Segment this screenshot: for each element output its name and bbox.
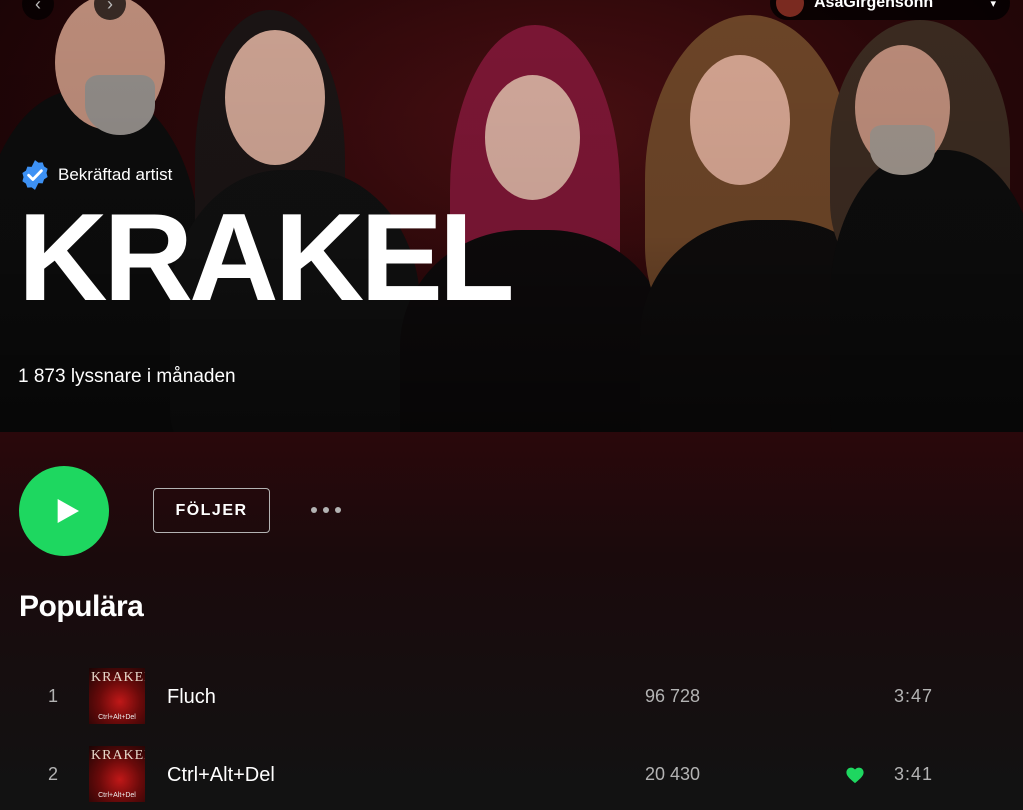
- track-number: 1: [48, 686, 59, 706]
- verified-artist-badge: Bekräftad artist: [18, 158, 172, 192]
- play-icon: [57, 499, 79, 523]
- monthly-listeners: 1 873 lyssnare i månaden: [18, 366, 236, 387]
- album-cover: KRAKEL Ctrl+Alt+Del: [89, 746, 145, 802]
- track-duration: 3:47: [894, 686, 934, 706]
- user-menu-button[interactable]: AsaGirgensohn ▾: [770, 0, 1010, 20]
- artist-content: FÖLJER Populära 1 KRAKEL Ctrl+Alt+Del Fl…: [0, 432, 1023, 802]
- track-duration: 3:41: [894, 764, 934, 784]
- track-row[interactable]: 2 KRAKEL Ctrl+Alt+Del Ctrl+Alt+Del 20 43…: [0, 740, 1023, 810]
- chevron-down-icon: ▾: [990, 0, 996, 10]
- more-options-button[interactable]: [306, 498, 346, 522]
- track-title[interactable]: Ctrl+Alt+Del: [167, 764, 275, 787]
- verified-label: Bekräftad artist: [58, 165, 173, 184]
- follow-button[interactable]: FÖLJER: [153, 488, 270, 533]
- track-play-count: 96 728: [645, 686, 701, 706]
- dot-icon: [311, 507, 317, 513]
- dot-icon: [335, 507, 341, 513]
- verified-icon: [22, 160, 48, 190]
- album-cover: KRAKEL Ctrl+Alt+Del: [89, 668, 145, 724]
- track-row[interactable]: 1 KRAKEL Ctrl+Alt+Del Fluch 96 728 3:47: [0, 662, 1023, 732]
- popular-section-title: Populära: [19, 590, 144, 623]
- chevron-right-icon: ›: [107, 0, 113, 14]
- track-play-count: 20 430: [645, 764, 701, 784]
- avatar: [776, 0, 804, 17]
- artist-name: KRAKEL: [18, 189, 515, 327]
- play-button[interactable]: [19, 466, 109, 556]
- cover-logo: KRAKEL: [91, 670, 145, 685]
- artist-header: ‹ › AsaGirgensohn ▾ Bekräftad artist KRA…: [0, 0, 1023, 432]
- chevron-left-icon: ‹: [35, 0, 41, 14]
- cover-subtitle: Ctrl+Alt+Del: [98, 792, 136, 799]
- heart-icon[interactable]: [845, 766, 865, 784]
- dot-icon: [323, 507, 329, 513]
- user-name: AsaGirgensohn: [814, 0, 934, 11]
- track-number: 2: [48, 764, 59, 784]
- cover-logo: KRAKEL: [91, 748, 145, 763]
- track-title[interactable]: Fluch: [167, 686, 216, 709]
- cover-subtitle: Ctrl+Alt+Del: [98, 714, 136, 721]
